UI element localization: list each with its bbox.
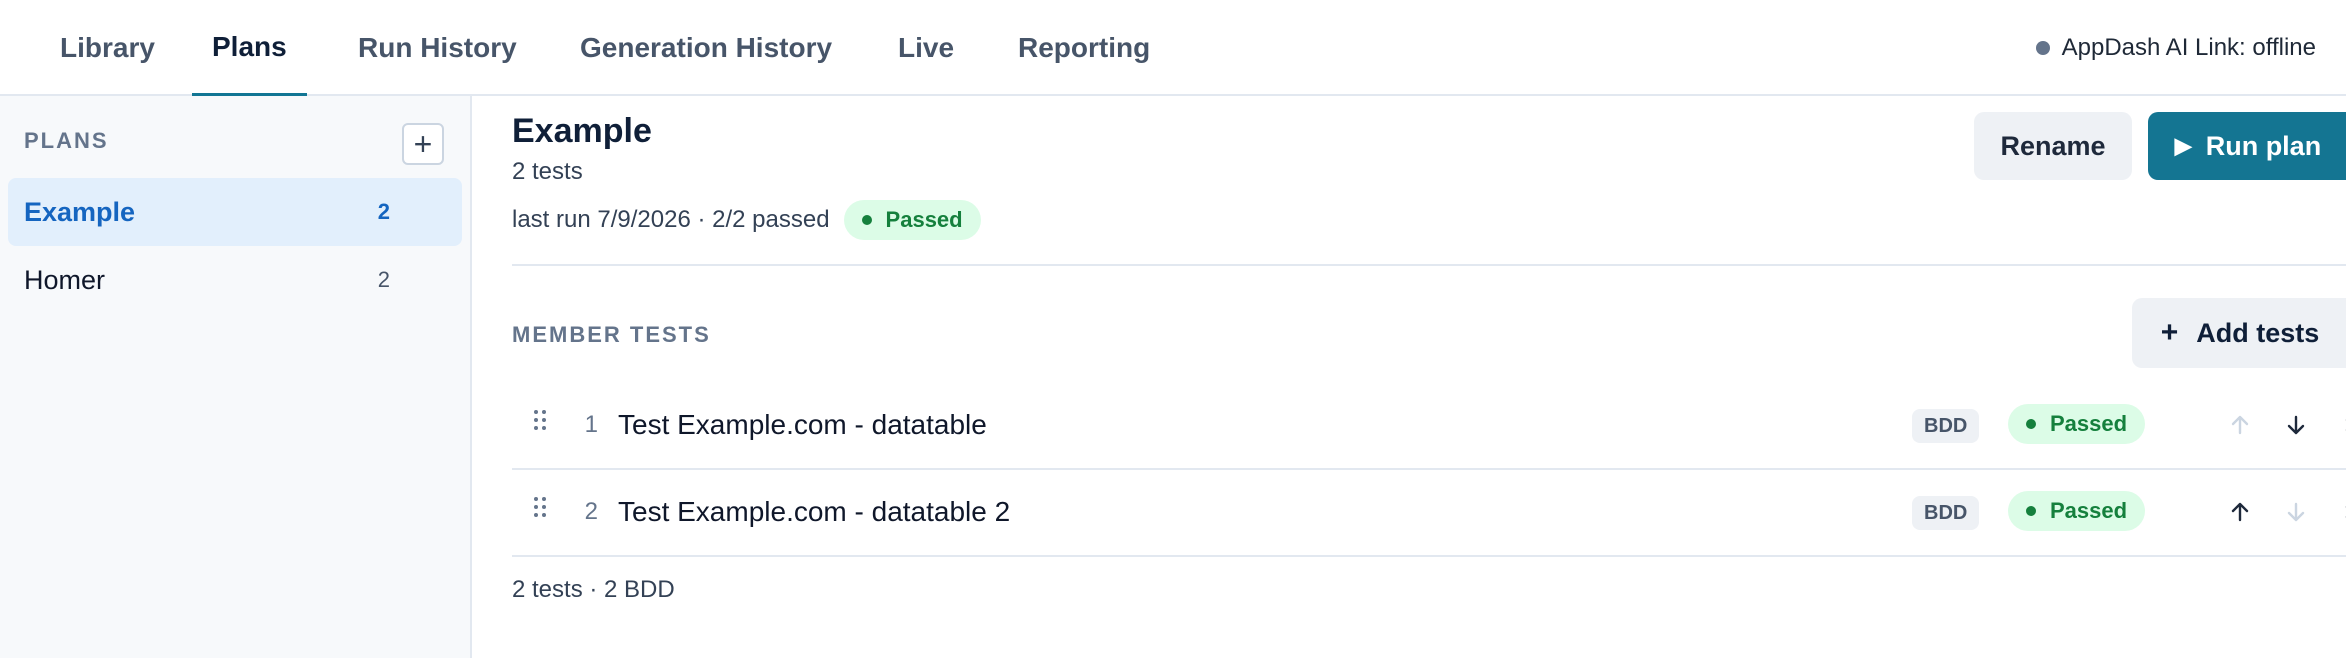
tab-run-history[interactable]: Run History xyxy=(338,0,537,96)
move-down-button[interactable] xyxy=(2274,403,2318,447)
divider xyxy=(512,264,2346,266)
tab-live[interactable]: Live xyxy=(878,0,974,96)
run-plan-button[interactable]: ▶ Run plan xyxy=(2148,112,2346,180)
status-dot-icon xyxy=(2026,419,2036,429)
drag-handle-icon[interactable] xyxy=(534,410,550,436)
divider xyxy=(512,555,2346,557)
play-icon: ▶ xyxy=(2174,133,2192,158)
status-badge-label: Passed xyxy=(2050,498,2128,523)
arrow-down-icon xyxy=(2287,415,2305,435)
member-tests-summary: 2 tests · 2 BDD xyxy=(512,576,675,603)
row-index: 2 xyxy=(584,498,598,525)
arrow-down-icon xyxy=(2287,502,2305,522)
last-run-info: last run 7/9/2026 · 2/2 passed Passed xyxy=(512,200,981,240)
rename-button[interactable]: Rename xyxy=(1974,112,2132,180)
test-name[interactable]: Test Example.com - datatable 2 xyxy=(618,469,1010,555)
status-dot-icon xyxy=(861,215,872,225)
arrow-up-icon xyxy=(2231,502,2249,522)
add-tests-label: Add tests xyxy=(2196,317,2320,348)
close-icon xyxy=(2345,419,2346,431)
plans-sidebar: PLANS + Example 2 Homer 2 xyxy=(0,96,472,658)
status-dot-icon xyxy=(2035,41,2050,55)
run-plan-label: Run plan xyxy=(2205,130,2322,161)
sidebar-header: PLANS xyxy=(24,128,109,153)
ai-link-status-text: AppDash AI Link: offline xyxy=(2061,34,2316,61)
arrow-up-icon xyxy=(2231,415,2249,435)
member-tests-header: MEMBER TESTS xyxy=(512,322,711,347)
test-name[interactable]: Test Example.com - datatable xyxy=(618,382,987,468)
tab-generation-history[interactable]: Generation History xyxy=(560,0,852,96)
move-up-button[interactable] xyxy=(2218,490,2262,534)
status-badge: Passed xyxy=(843,200,981,240)
status-badge: Passed xyxy=(2008,491,2146,531)
plan-count: 2 xyxy=(377,199,390,224)
plan-count: 2 xyxy=(377,267,390,292)
row-index: 1 xyxy=(584,411,598,438)
page-title: Example xyxy=(512,112,652,150)
status-badge-label: Passed xyxy=(885,207,963,232)
plan-test-count: 2 tests xyxy=(512,158,583,185)
status-badge-label: Passed xyxy=(2050,411,2128,436)
test-type-tag: BDD xyxy=(1912,496,1980,530)
last-run-text: last run 7/9/2026 · 2/2 passed xyxy=(512,206,830,233)
tab-library[interactable]: Library xyxy=(40,0,175,96)
move-down-button[interactable] xyxy=(2274,490,2318,534)
plan-name: Homer xyxy=(24,264,106,295)
move-up-button[interactable] xyxy=(2218,403,2262,447)
table-row[interactable]: 2 Test Example.com - datatable 2 BDD Pas… xyxy=(512,469,2346,555)
add-plan-button[interactable]: + xyxy=(402,123,444,165)
status-badge: Passed xyxy=(2008,404,2146,444)
plus-icon: + xyxy=(2160,316,2179,349)
tab-reporting[interactable]: Reporting xyxy=(998,0,1170,96)
remove-test-button[interactable] xyxy=(2330,490,2346,534)
add-tests-button[interactable]: + Add tests xyxy=(2132,298,2346,368)
remove-test-button[interactable] xyxy=(2330,403,2346,447)
sidebar-item-example[interactable]: Example 2 xyxy=(8,178,462,246)
table-row[interactable]: 1 Test Example.com - datatable BDD Passe… xyxy=(512,382,2346,468)
test-type-tag: BDD xyxy=(1912,409,1980,443)
close-icon xyxy=(2345,506,2346,518)
ai-link-status: AppDash AI Link: offline xyxy=(2035,0,2316,96)
drag-handle-icon[interactable] xyxy=(534,497,550,523)
top-nav: Library Plans Run History Generation His… xyxy=(0,0,2346,97)
tab-plans[interactable]: Plans xyxy=(192,0,307,97)
sidebar-item-homer[interactable]: Homer 2 xyxy=(8,246,462,314)
status-dot-icon xyxy=(2026,506,2036,516)
plan-name: Example xyxy=(24,196,136,227)
plan-detail: Example 2 tests last run 7/9/2026 · 2/2 … xyxy=(474,96,2346,658)
